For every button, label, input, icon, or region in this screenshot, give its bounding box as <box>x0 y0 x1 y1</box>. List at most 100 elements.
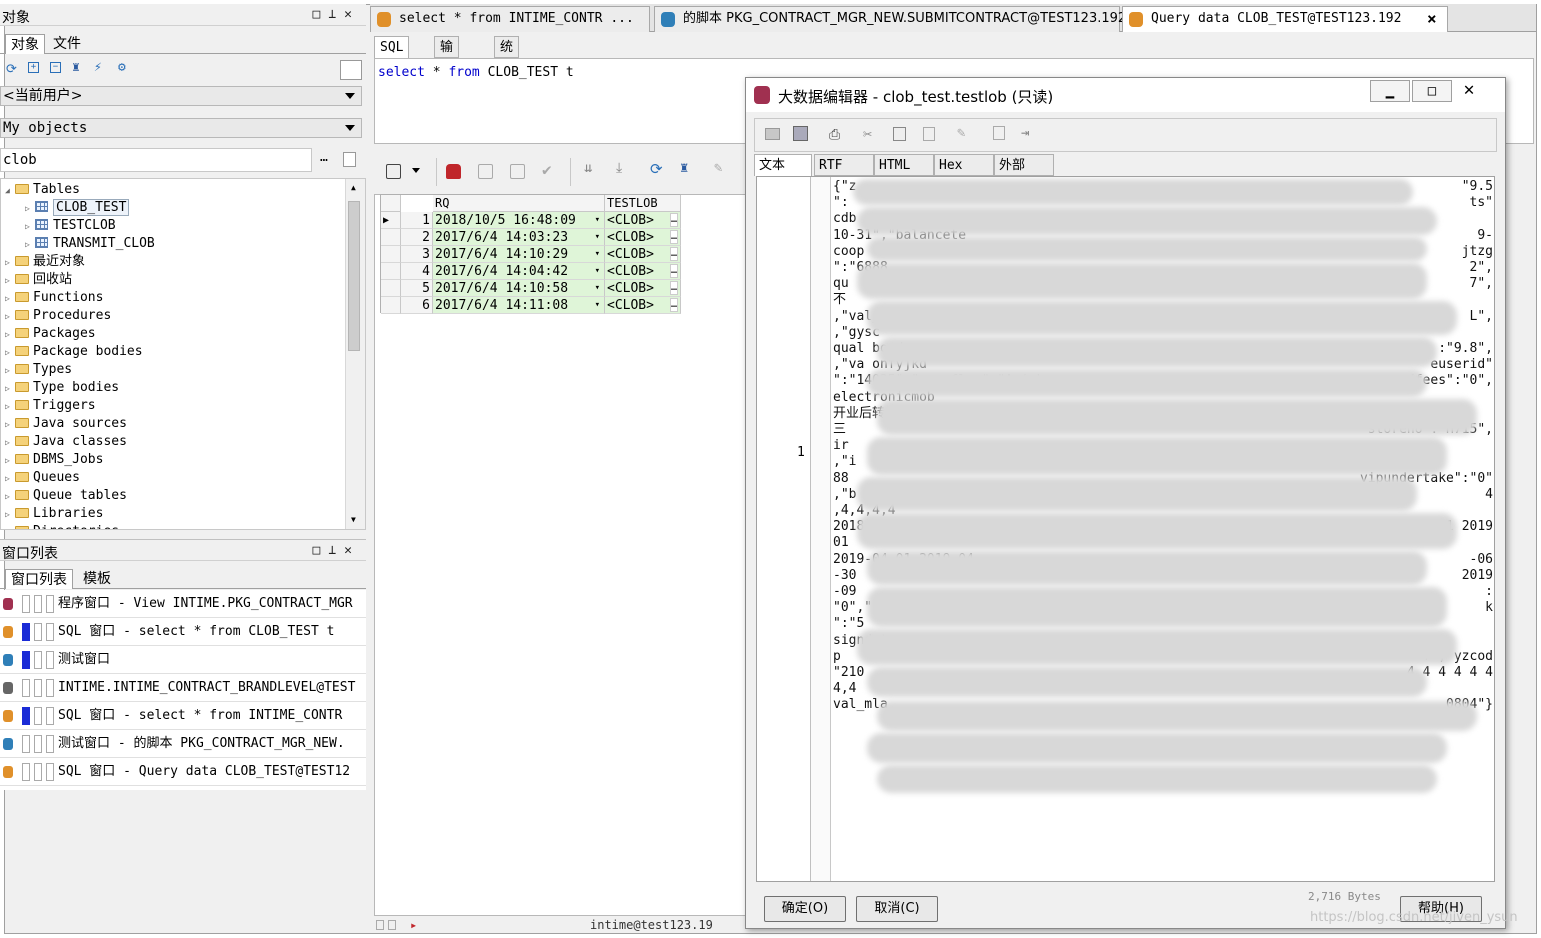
row-indicator[interactable] <box>381 297 401 314</box>
collapsed-arrow-icon[interactable]: ▷ <box>5 290 15 308</box>
tree-item[interactable]: ▷ Package bodies <box>5 343 143 361</box>
cell-rq[interactable]: 2017/6/4 14:04:42 ▾ <box>433 263 605 280</box>
find-icon[interactable]: ♜ <box>680 160 688 176</box>
indent-icon[interactable]: ⇥ <box>1021 125 1029 141</box>
row-indicator[interactable] <box>381 229 401 246</box>
save-icon[interactable] <box>793 126 808 141</box>
tree-item[interactable]: ▷ Directories <box>5 523 119 529</box>
more-icon[interactable]: … <box>320 150 328 165</box>
row-indicator[interactable] <box>381 263 401 280</box>
table-row[interactable]: 2 2017/6/4 14:03:23 ▾ <CLOB>… <box>381 229 681 246</box>
grid-options-icon[interactable] <box>386 164 401 179</box>
refresh-icon[interactable]: ⟳ <box>650 160 663 178</box>
dropdown-icon[interactable]: ▾ <box>595 280 600 296</box>
table-row[interactable]: 3 2017/6/4 14:10:29 ▾ <CLOB>… <box>381 246 681 263</box>
dropdown-icon[interactable]: ▾ <box>595 263 600 279</box>
objects-combo[interactable]: My objects <box>0 118 362 138</box>
tree-item[interactable]: ▷ TESTCLOB <box>25 217 116 235</box>
collapsed-arrow-icon[interactable]: ▷ <box>5 362 15 380</box>
edit-lob-button[interactable]: … <box>669 281 678 295</box>
find-icon[interactable]: ♜ <box>72 60 80 75</box>
tree-item[interactable]: ▷ Queue tables <box>5 487 127 505</box>
filter-icon[interactable]: ⚙ <box>118 60 126 75</box>
collapsed-arrow-icon[interactable]: ▷ <box>5 488 15 506</box>
window-list-item[interactable]: 程序窗口 - View INTIME.PKG_CONTRACT_MGR <box>0 590 366 618</box>
tree-item[interactable]: ▷ CLOB_TEST <box>25 199 130 218</box>
tree-item[interactable]: ▷ Triggers <box>5 397 96 415</box>
edit-lob-button[interactable]: … <box>669 264 678 278</box>
cell-rq[interactable]: 2017/6/4 14:10:29 ▾ <box>433 246 605 263</box>
close-button[interactable]: ✕ <box>1446 80 1492 102</box>
cell-testlob[interactable]: <CLOB>… <box>605 212 681 229</box>
tree-scrollbar[interactable]: ▲ ▼ <box>345 179 365 529</box>
tree-item[interactable]: ▷ Types <box>5 361 72 379</box>
cell-testlob[interactable]: <CLOB>… <box>605 263 681 280</box>
dropdown-icon[interactable]: ▾ <box>595 246 600 262</box>
collapsed-arrow-icon[interactable]: ▷ <box>5 416 15 434</box>
eraser-icon[interactable]: ✎ <box>714 160 722 176</box>
toolbar-box-button[interactable] <box>340 60 362 80</box>
table-row[interactable]: 5 2017/6/4 14:10:58 ▾ <CLOB>… <box>381 280 681 297</box>
tree-item[interactable]: ▷ Libraries <box>5 505 103 523</box>
collapsed-arrow-icon[interactable]: ▷ <box>25 200 35 218</box>
filter-input[interactable]: clob <box>0 148 312 172</box>
tab-output[interactable]: 输出 <box>434 36 460 77</box>
collapsed-arrow-icon[interactable]: ▷ <box>5 470 15 488</box>
editor-tab-2[interactable]: 的脚本 PKG_CONTRACT_MGR_NEW.SUBMITCONTRACT@… <box>654 6 1126 32</box>
expand-icon[interactable]: + <box>28 62 39 73</box>
scroll-up-icon[interactable]: ▲ <box>351 183 356 192</box>
tree-scroll-thumb[interactable] <box>348 201 360 351</box>
user-combo[interactable]: <当前用户> <box>0 86 362 106</box>
collapsed-arrow-icon[interactable]: ▷ <box>5 308 15 326</box>
new-file-icon[interactable] <box>343 152 356 167</box>
tab-objects[interactable]: 对象 <box>5 34 45 54</box>
collapsed-arrow-icon[interactable]: ▷ <box>5 272 15 290</box>
collapsed-arrow-icon[interactable]: ▷ <box>5 254 15 272</box>
refresh-icon[interactable]: ⟳ <box>6 62 17 77</box>
minimize-button[interactable]: ▁ <box>1370 80 1410 102</box>
grid-header-rq[interactable]: RQ <box>433 195 605 212</box>
cut-icon[interactable]: ✂ <box>863 125 872 143</box>
tree-item[interactable]: ◢ Tables <box>5 181 80 199</box>
cell-rq[interactable]: 2017/6/4 14:11:08 ▾ <box>433 297 605 314</box>
window-list-item[interactable]: INTIME.INTIME_CONTRACT_BRANDLEVEL@TEST <box>0 674 366 702</box>
tree-item[interactable]: ▷ Java sources <box>5 415 127 433</box>
tree-item[interactable]: ▷ Functions <box>5 289 103 307</box>
collapsed-arrow-icon[interactable]: ▷ <box>5 326 15 344</box>
collapsed-arrow-icon[interactable]: ▷ <box>5 434 15 452</box>
copy-icon[interactable] <box>893 127 906 141</box>
link-icon[interactable]: ⚡ <box>94 60 102 75</box>
tab-templates[interactable]: 模板 <box>78 569 116 589</box>
panel-window-buttons[interactable]: □⊥✕ <box>313 543 360 558</box>
close-tab-icon[interactable]: × <box>1427 7 1437 31</box>
tree-item[interactable]: ▷ Queues <box>5 469 80 487</box>
collapsed-arrow-icon[interactable]: ▷ <box>5 452 15 470</box>
open-folder-icon[interactable] <box>765 128 780 140</box>
edit-lob-button[interactable]: … <box>669 230 678 244</box>
window-list-item[interactable]: 测试窗口 <box>0 646 366 674</box>
print-icon[interactable]: ⎙ <box>829 127 840 143</box>
cell-testlob[interactable]: <CLOB>… <box>605 297 681 314</box>
edit-lob-button[interactable]: … <box>669 247 678 261</box>
tab-hex[interactable]: Hex <box>934 154 994 176</box>
edit-lob-button[interactable]: … <box>669 213 678 227</box>
collapsed-arrow-icon[interactable]: ▷ <box>5 506 15 524</box>
cell-testlob[interactable]: <CLOB>… <box>605 280 681 297</box>
tab-text[interactable]: 文本 <box>754 154 812 176</box>
tab-external[interactable]: 外部 <box>994 154 1054 176</box>
tree-item[interactable]: ▷ Procedures <box>5 307 111 325</box>
fetch-last-icon[interactable]: ⤓ <box>616 160 622 176</box>
chevron-down-icon[interactable] <box>412 168 420 173</box>
tree-item[interactable]: ▷ 最近对象 <box>5 253 85 271</box>
cell-rq[interactable]: 2018/10/5 16:48:09 ▾ <box>433 212 605 229</box>
collapse-icon[interactable]: − <box>50 62 61 73</box>
window-list-item[interactable]: 测试窗口 - 的脚本 PKG_CONTRACT_MGR_NEW. <box>0 730 366 758</box>
checkmark-icon[interactable]: ✔ <box>542 160 552 179</box>
tab-files[interactable]: 文件 <box>48 34 86 54</box>
clob-text-editor[interactable]: 1 {"z":cdb10-31","balancetecoop":"6888qu… <box>756 176 1495 882</box>
tree-item[interactable]: ▷ Type bodies <box>5 379 119 397</box>
tree-item[interactable]: ▷ Java classes <box>5 433 127 451</box>
tab-window-list[interactable]: 窗口列表 <box>5 569 73 589</box>
scroll-down-icon[interactable]: ▼ <box>351 515 356 524</box>
collapsed-arrow-icon[interactable]: ▷ <box>25 218 35 236</box>
